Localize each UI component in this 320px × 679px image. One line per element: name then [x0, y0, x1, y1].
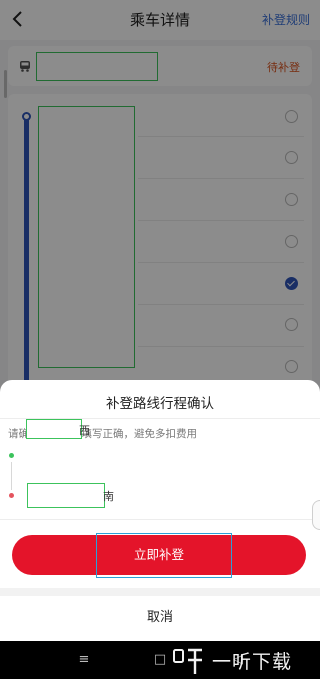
end-station-redacted[interactable] — [27, 483, 105, 508]
watermark: 一听下载 — [170, 644, 320, 678]
start-dot — [9, 453, 14, 458]
divider — [0, 519, 320, 520]
home-icon[interactable]: □ — [148, 649, 172, 671]
sheet-gap — [0, 588, 320, 596]
menu-icon[interactable]: ≡ — [72, 649, 96, 671]
cancel-button[interactable]: 取消 — [0, 598, 320, 638]
edge-swipe-handle[interactable] — [312, 500, 320, 530]
start-station-redacted[interactable] — [26, 419, 82, 439]
confirm-supplement-button[interactable]: 立即补登 — [12, 535, 306, 575]
listen-logo-icon — [173, 648, 202, 674]
watermark-text: 一听下载 — [212, 651, 293, 673]
start-station-suffix: 西 — [79, 424, 90, 437]
end-station-suffix: 南 — [103, 490, 114, 503]
sheet-title: 补登路线行程确认 — [106, 396, 214, 412]
route-connector — [11, 462, 12, 490]
end-dot — [9, 493, 14, 498]
